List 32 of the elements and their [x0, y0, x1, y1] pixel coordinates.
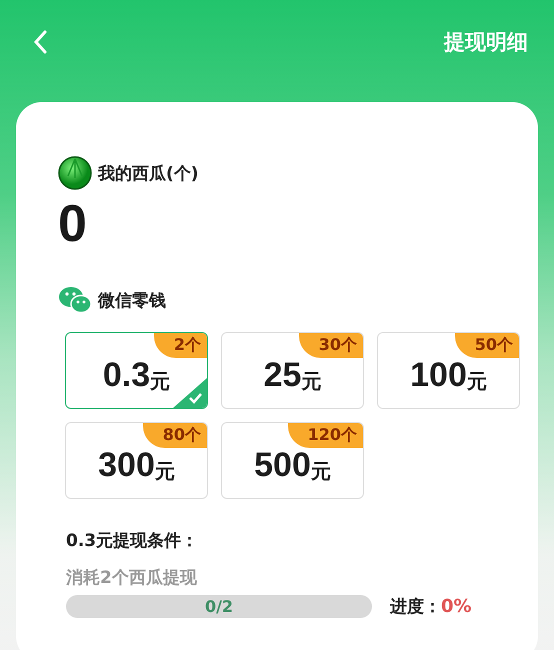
- condition-title: 0.3元提现条件：: [66, 530, 200, 552]
- amount-value: 100: [410, 356, 467, 395]
- cost-tag: 2个: [154, 333, 207, 358]
- amount-value: 300: [98, 446, 155, 485]
- currency-unit: 元: [310, 458, 331, 485]
- amount-option[interactable]: 2个 0.3元: [65, 332, 208, 409]
- balance-label: 我的西瓜(个): [98, 162, 199, 184]
- amount-option[interactable]: 50个 100元: [377, 332, 520, 409]
- back-icon: [33, 30, 47, 54]
- currency-unit: 元: [154, 458, 175, 485]
- chat-bubbles-icon: [58, 286, 92, 314]
- cost-tag: 30个: [298, 333, 363, 358]
- check-icon: [173, 378, 207, 408]
- wallet-label: 微信零钱: [98, 290, 166, 312]
- progress-count: 0/2: [204, 597, 234, 616]
- cost-tag: 80个: [142, 423, 207, 448]
- progress-label: 进度：: [390, 596, 441, 618]
- amount-value: 500: [254, 446, 311, 485]
- amount-option[interactable]: 80个 300元: [65, 422, 208, 499]
- amount-value: 0.3: [102, 356, 150, 395]
- watermelon-icon: [58, 156, 92, 190]
- balance-value: 0: [58, 198, 88, 250]
- amount-option[interactable]: 120个 500元: [221, 422, 364, 499]
- currency-unit: 元: [150, 368, 170, 395]
- currency-unit: 元: [466, 368, 487, 395]
- progress-value: 0%: [441, 596, 472, 617]
- currency-unit: 元: [301, 368, 322, 395]
- condition-description: 消耗2个西瓜提现: [66, 567, 198, 589]
- cost-tag: 120个: [288, 423, 363, 448]
- amount-option[interactable]: 30个 25元: [221, 332, 364, 409]
- amount-value: 25: [264, 356, 302, 395]
- cost-tag: 50个: [454, 333, 519, 358]
